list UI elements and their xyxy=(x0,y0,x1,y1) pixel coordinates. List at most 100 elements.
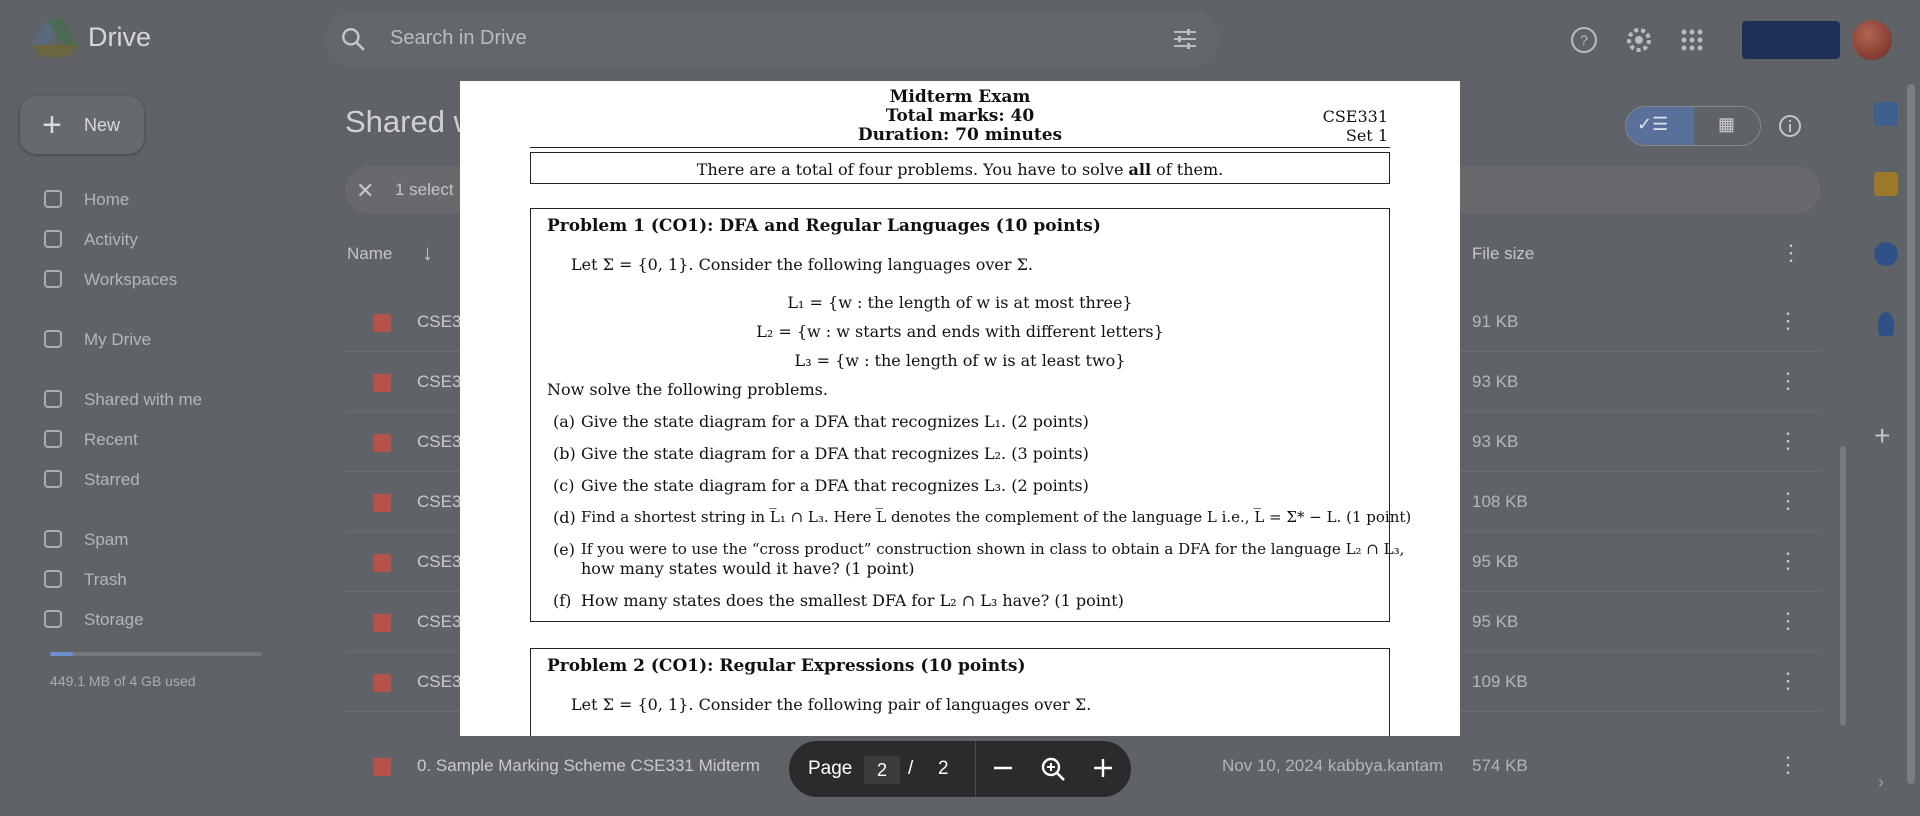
top-bar: Drive Search in Drive ? xyxy=(0,0,1920,78)
file-name[interactable]: CSE3 xyxy=(417,372,461,392)
more-actions-icon[interactable]: ⋮ xyxy=(1777,548,1799,574)
page-label: Page xyxy=(808,758,853,779)
zoom-icon[interactable] xyxy=(1040,756,1066,782)
settings-gear-icon[interactable] xyxy=(1624,25,1654,55)
grid-view-icon[interactable]: ▦ xyxy=(1718,114,1735,135)
header-rule xyxy=(530,147,1390,148)
sidebar-item-home[interactable]: Home xyxy=(40,185,300,215)
column-more-icon[interactable]: ⋮ xyxy=(1780,240,1802,266)
star-icon xyxy=(44,470,62,488)
organization-logo[interactable] xyxy=(1742,21,1840,59)
contacts-icon[interactable] xyxy=(1878,312,1894,336)
more-actions-icon[interactable]: ⋮ xyxy=(1777,308,1799,334)
search-options-icon[interactable] xyxy=(1172,27,1198,51)
problem-2-preamble: Let Σ = {0, 1}. Consider the following p… xyxy=(571,695,1092,714)
zoom-out-icon[interactable] xyxy=(992,757,1014,779)
file-name[interactable]: CSE3 xyxy=(417,552,461,572)
sidebar-item-spam[interactable]: Spam xyxy=(40,525,300,555)
sidebar-item-label: Shared with me xyxy=(84,390,203,409)
file-size: 109 KB xyxy=(1472,672,1528,691)
sidebar-item-storage[interactable]: Storage xyxy=(40,605,300,635)
pdf-file-icon xyxy=(373,614,391,632)
part-label: (c) xyxy=(553,476,575,495)
pager-divider xyxy=(975,741,976,797)
sidebar-item-shared-with-me[interactable]: Shared with me xyxy=(40,385,300,415)
file-size: 93 KB xyxy=(1472,432,1519,451)
more-actions-icon[interactable]: ⋮ xyxy=(1777,368,1799,394)
file-name[interactable]: CSE3 xyxy=(417,312,461,332)
more-actions-icon[interactable]: ⋮ xyxy=(1777,752,1799,778)
problem-2-box: Problem 2 (CO1): Regular Expressions (10… xyxy=(530,648,1390,736)
file-name[interactable]: CSE3 xyxy=(417,612,461,632)
page-scrollbar[interactable] xyxy=(1907,84,1915,784)
sort-arrow-icon[interactable]: ↓ xyxy=(422,240,433,266)
part-text: Find a shortest string in L̅₁ ∩ L₃. Here… xyxy=(581,508,1412,526)
more-actions-icon[interactable]: ⋮ xyxy=(1777,428,1799,454)
sidebar-item-label: Home xyxy=(84,190,130,209)
file-modified: Nov 10, 2024 kabbya.kantam xyxy=(1222,756,1444,775)
help-icon[interactable]: ? xyxy=(1570,26,1598,54)
sidebar-item-label: Starred xyxy=(84,470,140,489)
page-number-input[interactable]: 2 xyxy=(864,756,900,784)
sidebar-item-starred[interactable]: Starred xyxy=(40,465,300,495)
pdf-file-icon xyxy=(373,758,391,776)
bell-icon xyxy=(44,230,62,248)
svg-text:?: ? xyxy=(1580,32,1588,48)
pdf-file-icon xyxy=(373,374,391,392)
part-text: Give the state diagram for a DFA that re… xyxy=(581,444,1089,463)
account-avatar[interactable] xyxy=(1852,20,1892,60)
column-header-name[interactable]: Name xyxy=(347,244,392,264)
part-label: (f) xyxy=(553,591,572,610)
page-title: Shared w xyxy=(345,104,476,139)
file-size: 108 KB xyxy=(1472,492,1528,511)
storage-usage-text: 449.1 MB of 4 GB used xyxy=(50,673,196,689)
more-actions-icon[interactable]: ⋮ xyxy=(1777,488,1799,514)
file-name[interactable]: CSE3 xyxy=(417,492,461,512)
file-size: 95 KB xyxy=(1472,612,1519,631)
selection-count: 1 select xyxy=(395,180,454,199)
pdf-file-icon xyxy=(373,494,391,512)
duration: Duration: 70 minutes xyxy=(857,125,1063,145)
file-name[interactable]: CSE3 xyxy=(417,672,461,692)
clear-selection-icon[interactable]: ✕ xyxy=(356,178,374,204)
new-button-label: New xyxy=(84,115,121,135)
part-text: How many states does the smallest DFA fo… xyxy=(581,591,1124,610)
search-input[interactable]: Search in Drive xyxy=(390,27,527,50)
search-icon[interactable] xyxy=(340,26,366,52)
workspaces-icon xyxy=(44,270,62,288)
instructions-text: There are a total of four problems. You … xyxy=(696,160,1224,179)
pdf-page: Midterm Exam Total marks: 40 Duration: 7… xyxy=(460,81,1460,736)
more-actions-icon[interactable]: ⋮ xyxy=(1777,608,1799,634)
file-list-scrollbar[interactable] xyxy=(1840,446,1846,726)
pdf-file-icon xyxy=(373,314,391,332)
keep-icon[interactable] xyxy=(1874,172,1898,196)
problem-1-instruction: Now solve the following problems. xyxy=(547,380,828,399)
part-text: Give the state diagram for a DFA that re… xyxy=(581,476,1089,495)
tasks-icon[interactable] xyxy=(1874,242,1898,266)
hide-side-panel-icon[interactable]: › xyxy=(1878,772,1884,793)
zoom-in-icon[interactable] xyxy=(1092,757,1114,779)
add-addon-icon[interactable]: + xyxy=(1874,420,1890,452)
instructions-box: There are a total of four problems. You … xyxy=(530,152,1390,184)
sidebar-item-label: My Drive xyxy=(84,330,152,349)
file-name[interactable]: CSE3 xyxy=(417,432,461,452)
new-button[interactable] xyxy=(20,96,144,154)
part-label: (e) xyxy=(553,540,575,559)
sidebar-item-workspaces[interactable]: Workspaces xyxy=(40,265,300,295)
page-total: 2 xyxy=(938,758,949,779)
column-header-file-size[interactable]: File size xyxy=(1472,244,1534,264)
sidebar-item-my-drive[interactable]: My Drive xyxy=(40,325,300,355)
more-actions-icon[interactable]: ⋮ xyxy=(1777,668,1799,694)
sidebar-item-activity[interactable]: Activity xyxy=(40,225,300,255)
calendar-icon[interactable] xyxy=(1874,102,1898,126)
sidebar-item-trash[interactable]: Trash xyxy=(40,565,300,595)
info-icon[interactable] xyxy=(1778,114,1802,138)
file-name[interactable]: 0. Sample Marking Scheme CSE331 Midterm xyxy=(417,756,760,776)
apps-grid-icon[interactable] xyxy=(1680,28,1704,52)
sidebar-item-recent[interactable]: Recent xyxy=(40,425,300,455)
part-text-continued: how many states would it have? (1 point) xyxy=(581,559,915,578)
pdf-file-icon xyxy=(373,434,391,452)
part-label: (a) xyxy=(553,412,576,431)
sidebar-item-label: Workspaces xyxy=(84,270,178,289)
home-icon xyxy=(44,190,62,208)
